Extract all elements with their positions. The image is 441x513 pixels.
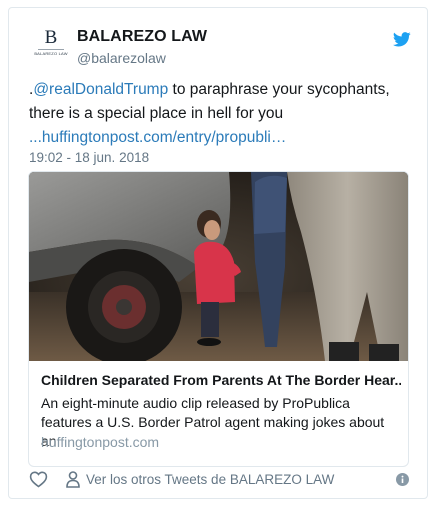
tweet-footer: Ver los otros Tweets de BALAREZO LAW xyxy=(29,470,414,490)
avatar-letter: B xyxy=(44,27,58,48)
link-card[interactable]: Children Separated From Parents At The B… xyxy=(28,171,409,467)
avatar-text: BALAREZO LAW xyxy=(34,51,68,56)
embedded-tweet: B BALAREZO LAW BALAREZO LAW @balarezolaw… xyxy=(8,7,428,499)
avatar-divider xyxy=(38,49,64,50)
card-title[interactable]: Children Separated From Parents At The B… xyxy=(41,372,401,388)
author-display-name[interactable]: BALAREZO LAW xyxy=(77,28,207,46)
tweet-text: .@realDonaldTrump to paraphrase your syc… xyxy=(29,78,414,150)
author-screen-name[interactable]: @balarezolaw xyxy=(77,50,166,66)
more-tweets-link[interactable]: Ver los otros Tweets de BALAREZO LAW xyxy=(86,472,334,487)
info-icon[interactable] xyxy=(396,473,409,486)
card-domain: huffingtonpost.com xyxy=(41,434,160,450)
twitter-bird-icon[interactable] xyxy=(393,32,411,47)
mention-link[interactable]: @realDonaldTrump xyxy=(33,81,168,98)
person-icon xyxy=(66,471,80,488)
card-image xyxy=(29,172,408,361)
avatar[interactable]: B BALAREZO LAW xyxy=(30,26,72,68)
tweet-timestamp[interactable]: 19:02 - 18 jun. 2018 xyxy=(29,150,149,165)
heart-icon[interactable] xyxy=(29,470,48,488)
tweet-url-link[interactable]: ...huffingtonpost.com/entry/propubli… xyxy=(29,129,286,146)
